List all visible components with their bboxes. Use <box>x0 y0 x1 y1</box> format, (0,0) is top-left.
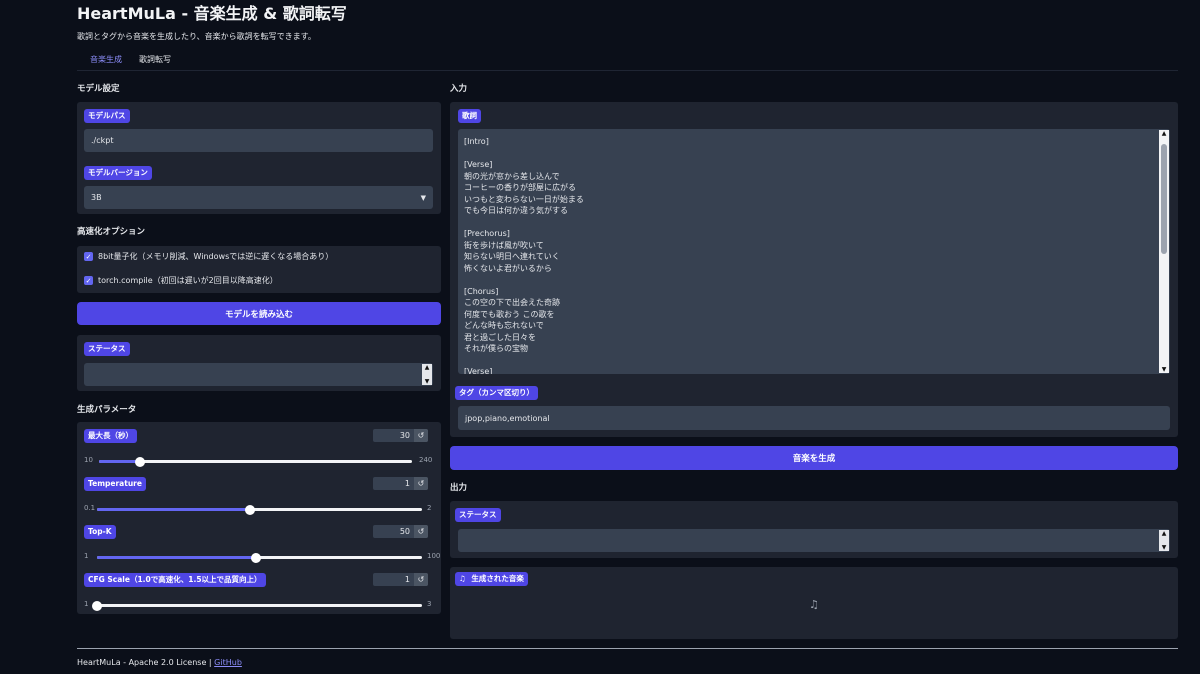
slider-label: 最大長（秒） <box>84 429 137 443</box>
model-path-input[interactable]: ./ckpt <box>84 129 433 152</box>
chevron-down-icon: ▼ <box>420 193 426 202</box>
tags-label: タグ（カンマ区切り） <box>455 386 538 400</box>
slider-value[interactable]: 50 <box>373 527 414 536</box>
slider-number-input[interactable]: 1 ↺ <box>373 573 428 586</box>
model-settings-title: モデル設定 <box>77 84 120 94</box>
option-torch-compile-label: torch.compile（初回は遅いが2回目以降高速化） <box>98 276 278 285</box>
scroll-up-icon[interactable]: ▲ <box>1159 130 1169 137</box>
slider-min: 1 <box>84 600 89 608</box>
slider-thumb[interactable] <box>134 456 145 467</box>
tab-music-generation[interactable]: 音楽生成 <box>86 54 126 71</box>
tabs-divider <box>77 70 1178 71</box>
footer-text: HeartMuLa - Apache 2.0 License | <box>77 658 215 667</box>
slider-max: 2 <box>427 504 432 512</box>
slider-thumb[interactable] <box>251 552 262 563</box>
checkbox-checked-icon[interactable]: ✓ <box>84 252 93 261</box>
music-note-icon: ♫ <box>809 598 819 611</box>
slider-label: CFG Scale（1.0で高速化、1.5以上で品質向上） <box>84 573 266 587</box>
model-version-label: モデルバージョン <box>84 166 152 180</box>
footer-divider <box>77 648 1178 649</box>
slider-fill <box>97 508 250 511</box>
input-panel: 歌詞 [Intro] [Verse] 朝の光が窓から差し込んで コーヒーの香りが… <box>450 102 1178 437</box>
tags-input[interactable]: jpop,piano,emotional <box>458 406 1170 430</box>
output-title: 出力 <box>450 483 468 493</box>
status-textarea-left[interactable] <box>84 363 433 386</box>
slider-thumb[interactable] <box>92 600 102 611</box>
music-note-icon: ♫ <box>459 574 466 583</box>
input-title: 入力 <box>450 84 468 94</box>
tab-lyrics-transcription[interactable]: 歌詞転写 <box>139 54 171 70</box>
slider-min: 1 <box>84 552 89 560</box>
slider-label: Top-K <box>84 525 116 539</box>
status-panel-left: ステータス ▲ ▼ <box>77 335 441 391</box>
slider-track[interactable] <box>99 456 412 467</box>
output-status-panel: ステータス ▲ ▼ <box>450 501 1178 558</box>
scroll-up-icon[interactable]: ▲ <box>425 364 430 371</box>
scrollbar-output-status[interactable]: ▲ ▼ <box>1159 530 1169 551</box>
load-model-button[interactable]: モデルを読み込む <box>77 302 441 325</box>
slider-max: 100 <box>427 552 441 560</box>
slider-track[interactable] <box>97 504 422 515</box>
slider-min: 10 <box>84 456 93 464</box>
slider-track[interactable] <box>97 552 422 563</box>
audio-output-label-chip: ♫ 生成された音楽 <box>455 572 528 586</box>
output-status-textarea[interactable] <box>458 529 1170 552</box>
lyrics-textarea[interactable]: [Intro] [Verse] 朝の光が窓から差し込んで コーヒーの香りが部屋に… <box>458 129 1170 374</box>
status-label-left: ステータス <box>84 342 130 356</box>
github-link[interactable]: GitHub <box>214 658 242 667</box>
model-version-select[interactable]: 3B ▼ <box>84 186 433 209</box>
model-path-label: モデルパス <box>84 109 130 123</box>
output-status-label: ステータス <box>455 508 501 522</box>
option-8bit[interactable]: ✓ 8bit量子化（メモリ削減、Windowsでは逆に遅くなる場合あり） <box>84 251 333 262</box>
slider-thumb[interactable] <box>244 504 255 515</box>
slider-value[interactable]: 1 <box>373 575 414 584</box>
page-subtitle: 歌詞とタグから音楽を生成したり、音楽から歌詞を転写できます。 <box>77 32 316 41</box>
option-torch-compile[interactable]: ✓ torch.compile（初回は遅いが2回目以降高速化） <box>84 275 278 286</box>
generate-music-button[interactable]: 音楽を生成 <box>450 446 1178 470</box>
lyrics-scrollbar[interactable]: ▲ ▼ <box>1159 130 1169 373</box>
model-version-value: 3B <box>91 193 102 202</box>
slider-value[interactable]: 1 <box>373 479 414 488</box>
slider-track[interactable] <box>92 600 422 611</box>
audio-output-panel: ♫ 生成された音楽 ♫ <box>450 567 1178 639</box>
gen-params-title: 生成パラメータ <box>77 405 137 415</box>
reset-icon[interactable]: ↺ <box>414 429 428 442</box>
audio-output-label: 生成された音楽 <box>471 574 524 583</box>
scrollbar-left-status[interactable]: ▲ ▼ <box>422 364 432 385</box>
reset-icon[interactable]: ↺ <box>414 525 428 538</box>
speed-options-title: 高速化オプション <box>77 227 146 237</box>
slider-value[interactable]: 30 <box>373 431 414 440</box>
option-8bit-label: 8bit量子化（メモリ削減、Windowsでは逆に遅くなる場合あり） <box>98 252 334 261</box>
checkbox-checked-icon[interactable]: ✓ <box>84 276 93 285</box>
lyrics-text: [Intro] [Verse] 朝の光が窓から差し込んで コーヒーの香りが部屋に… <box>464 137 584 374</box>
speed-options-panel: ✓ 8bit量子化（メモリ削減、Windowsでは逆に遅くなる場合あり） ✓ t… <box>77 246 441 293</box>
slider-fill <box>99 460 140 463</box>
scroll-up-icon[interactable]: ▲ <box>1162 530 1167 537</box>
reset-icon[interactable]: ↺ <box>414 573 428 586</box>
scroll-down-icon[interactable]: ▼ <box>1162 544 1167 551</box>
footer: HeartMuLa - Apache 2.0 License | GitHub <box>77 658 242 667</box>
slider-number-input[interactable]: 30 ↺ <box>373 429 428 442</box>
slider-label: Temperature <box>84 477 146 491</box>
lyrics-scroll-thumb[interactable] <box>1161 144 1167 254</box>
slider-max: 240 <box>419 456 433 464</box>
lyrics-label: 歌詞 <box>458 109 481 123</box>
page-title: HeartMuLa - 音楽生成 & 歌詞転写 <box>77 4 347 23</box>
gen-params-panel: 最大長（秒） 30 ↺ 10 240 Temperature 1 ↺ 0.1 2… <box>77 422 441 614</box>
reset-icon[interactable]: ↺ <box>414 477 428 490</box>
scroll-down-icon[interactable]: ▼ <box>1159 366 1169 373</box>
slider-max: 3 <box>427 600 432 608</box>
slider-min: 0.1 <box>84 504 96 512</box>
slider-number-input[interactable]: 50 ↺ <box>373 525 428 538</box>
model-settings-panel: モデルパス ./ckpt モデルバージョン 3B ▼ <box>77 102 441 214</box>
slider-number-input[interactable]: 1 ↺ <box>373 477 428 490</box>
slider-fill <box>97 556 257 559</box>
scroll-down-icon[interactable]: ▼ <box>425 378 430 385</box>
